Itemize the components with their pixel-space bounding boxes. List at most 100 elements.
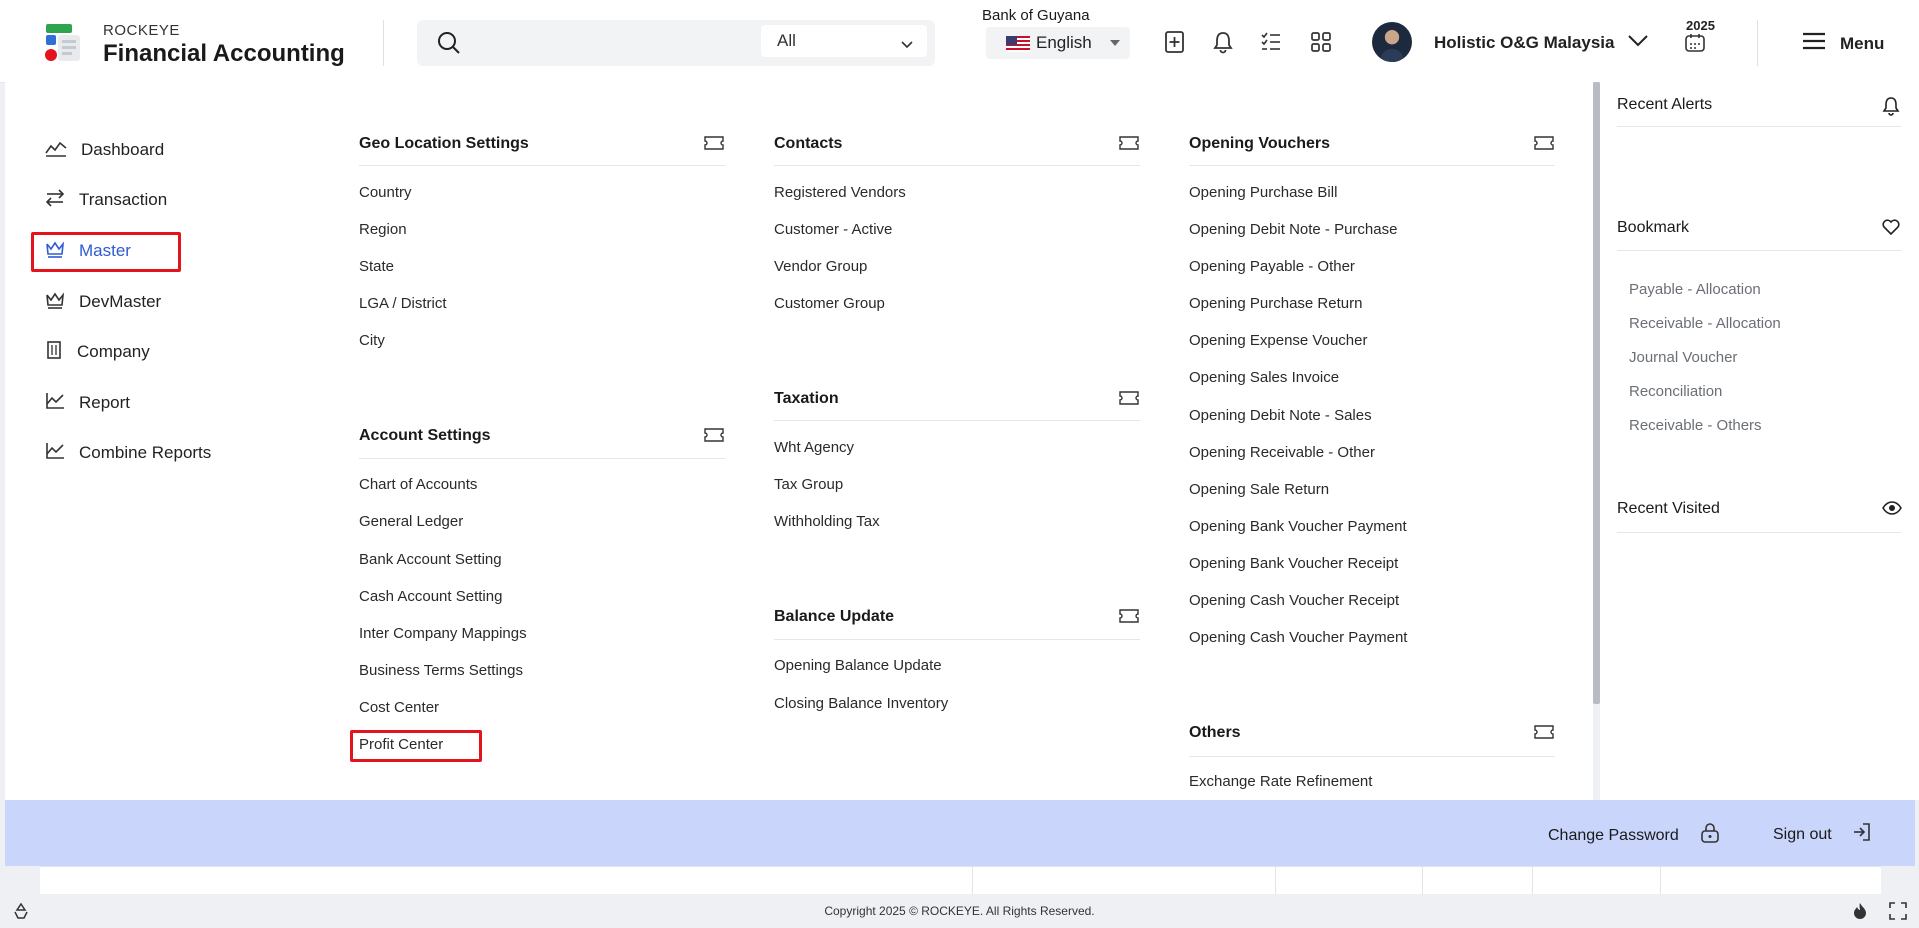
link-opening-debit-note-purchase[interactable]: Opening Debit Note - Purchase (1189, 221, 1397, 238)
link-customer-group[interactable]: Customer Group (774, 295, 885, 312)
ticket-icon[interactable] (704, 136, 724, 155)
section-divider (359, 458, 725, 459)
section-title-contacts: Contacts (774, 135, 843, 152)
link-opening-purchase-return[interactable]: Opening Purchase Return (1189, 295, 1362, 312)
arrows-exchange-icon (45, 188, 65, 212)
link-opening-expense-voucher[interactable]: Opening Expense Voucher (1189, 332, 1367, 349)
nav-item-company[interactable]: Company (45, 337, 150, 367)
table-cell-divider (1275, 867, 1276, 895)
link-opening-purchase-bill[interactable]: Opening Purchase Bill (1189, 184, 1337, 201)
nav-item-transaction[interactable]: Transaction (45, 185, 167, 215)
nav-master-highlight (31, 232, 181, 272)
eye-icon[interactable] (1882, 501, 1902, 520)
heart-icon[interactable] (1882, 219, 1900, 240)
header-divider (1757, 20, 1758, 66)
bookmark-item[interactable]: Receivable - Others (1629, 417, 1762, 434)
nav-label: Transaction (79, 190, 168, 209)
checklist-icon[interactable] (1260, 30, 1282, 59)
link-country[interactable]: Country (359, 184, 412, 201)
bookmark-item[interactable]: Journal Voucher (1629, 349, 1737, 366)
link-cost-center[interactable]: Cost Center (359, 699, 439, 716)
nav-label: DevMaster (79, 292, 162, 311)
link-wht-agency[interactable]: Wht Agency (774, 439, 854, 456)
ticket-icon[interactable] (704, 428, 724, 447)
link-opening-cash-voucher-receipt[interactable]: Opening Cash Voucher Receipt (1189, 592, 1399, 609)
company-name[interactable]: Holistic O&G Malaysia (1434, 33, 1614, 53)
change-password-button[interactable]: Change Password (1548, 822, 1721, 849)
lock-icon (1699, 822, 1721, 849)
add-bookmark-icon[interactable] (1164, 30, 1186, 59)
link-withholding-tax[interactable]: Withholding Tax (774, 513, 880, 530)
link-city[interactable]: City (359, 332, 385, 349)
fire-icon[interactable] (1851, 902, 1869, 925)
avatar[interactable] (1372, 22, 1412, 62)
ticket-icon[interactable] (1119, 136, 1139, 155)
menu-label: Menu (1840, 33, 1885, 53)
report-chart-icon (45, 442, 65, 465)
link-vendor-group[interactable]: Vendor Group (774, 258, 867, 275)
app-title: Financial Accounting (103, 40, 345, 67)
apps-grid-icon[interactable] (1310, 30, 1332, 59)
menu-button[interactable]: Menu (1802, 32, 1884, 55)
link-opening-payable-other[interactable]: Opening Payable - Other (1189, 258, 1355, 275)
crown-icon (45, 291, 65, 314)
link-inter-company-mappings[interactable]: Inter Company Mappings (359, 625, 527, 642)
chevron-down-icon[interactable] (1627, 34, 1649, 53)
section-divider (1189, 756, 1555, 757)
link-cash-account-setting[interactable]: Cash Account Setting (359, 588, 502, 605)
fullscreen-icon[interactable] (1889, 902, 1907, 925)
global-search[interactable]: All (417, 20, 935, 66)
ticket-icon[interactable] (1534, 136, 1554, 155)
link-opening-cash-voucher-payment[interactable]: Opening Cash Voucher Payment (1189, 629, 1407, 646)
section-title-geo-location: Geo Location Settings (359, 135, 529, 152)
bookmark-item[interactable]: Payable - Allocation (1629, 281, 1761, 298)
link-chart-of-accounts[interactable]: Chart of Accounts (359, 476, 477, 493)
bookmark-item[interactable]: Receivable - Allocation (1629, 315, 1781, 332)
nav-item-report[interactable]: Report (45, 388, 130, 418)
nav-item-devmaster[interactable]: DevMaster (45, 287, 161, 317)
table-cell-divider (1532, 867, 1533, 895)
rockeye-logo-icon[interactable] (44, 24, 82, 64)
link-opening-sales-invoice[interactable]: Opening Sales Invoice (1189, 369, 1339, 386)
ticket-icon[interactable] (1119, 609, 1139, 628)
recent-alerts-title: Recent Alerts (1617, 96, 1713, 113)
sign-out-button[interactable]: Sign out (1773, 822, 1872, 847)
link-opening-sale-return[interactable]: Opening Sale Return (1189, 481, 1329, 498)
ticket-icon[interactable] (1119, 391, 1139, 410)
link-tax-group[interactable]: Tax Group (774, 476, 843, 493)
copyright-text: Copyright 2025 © ROCKEYE. All Rights Res… (824, 904, 1095, 918)
link-registered-vendors[interactable]: Registered Vendors (774, 184, 906, 201)
link-opening-balance-update[interactable]: Opening Balance Update (774, 657, 942, 674)
link-business-terms-settings[interactable]: Business Terms Settings (359, 662, 523, 679)
brand-subtitle: ROCKEYE (103, 22, 180, 39)
section-divider (774, 420, 1140, 421)
mega-menu-scrollbar[interactable] (1593, 82, 1600, 704)
link-closing-balance-inventory[interactable]: Closing Balance Inventory (774, 695, 948, 712)
link-opening-debit-note-sales[interactable]: Opening Debit Note - Sales (1189, 407, 1372, 424)
nav-label: Dashboard (81, 140, 165, 159)
link-customer-active[interactable]: Customer - Active (774, 221, 892, 238)
link-opening-receivable-other[interactable]: Opening Receivable - Other (1189, 444, 1375, 461)
link-opening-bank-voucher-payment[interactable]: Opening Bank Voucher Payment (1189, 518, 1407, 535)
link-general-ledger[interactable]: General Ledger (359, 513, 463, 530)
link-bank-account-setting[interactable]: Bank Account Setting (359, 551, 502, 568)
link-opening-bank-voucher-receipt[interactable]: Opening Bank Voucher Receipt (1189, 555, 1398, 572)
right-panel: Recent Alerts Bookmark Payable - Allocat… (1600, 82, 1919, 800)
ticket-icon[interactable] (1534, 725, 1554, 744)
language-select[interactable]: English (986, 27, 1130, 59)
section-divider (1617, 250, 1901, 251)
bookmark-item[interactable]: Reconciliation (1629, 383, 1722, 400)
link-lga-district[interactable]: LGA / District (359, 295, 447, 312)
link-region[interactable]: Region (359, 221, 407, 238)
nav-item-combine-reports[interactable]: Combine Reports (45, 438, 211, 468)
section-divider (1189, 165, 1555, 166)
link-exchange-rate-refinement[interactable]: Exchange Rate Refinement (1189, 773, 1372, 790)
search-scope-select[interactable]: All (761, 25, 927, 57)
bell-icon[interactable] (1212, 30, 1234, 59)
link-state[interactable]: State (359, 258, 394, 275)
search-input[interactable] (473, 28, 743, 58)
bell-icon[interactable] (1882, 96, 1900, 121)
search-icon[interactable] (437, 31, 461, 60)
nav-item-dashboard[interactable]: Dashboard (45, 135, 164, 165)
calendar-icon[interactable] (1684, 33, 1706, 58)
